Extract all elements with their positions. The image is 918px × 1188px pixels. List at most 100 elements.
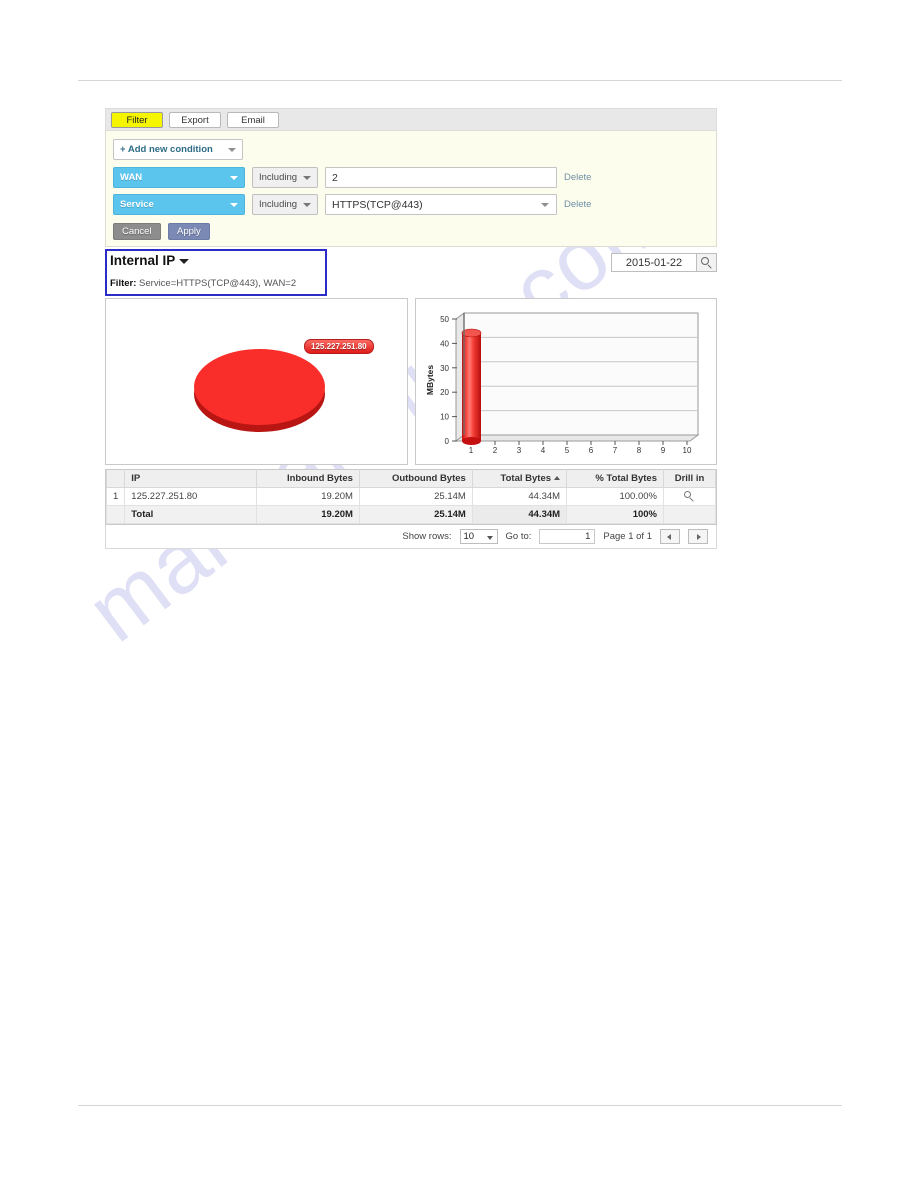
pie-slice-label: 125.227.251.80 [304, 339, 374, 354]
svg-text:10: 10 [683, 446, 692, 455]
svg-text:MBytes: MBytes [425, 365, 435, 396]
page-footer-rule [78, 1105, 842, 1106]
cell-ip: 125.227.251.80 [124, 487, 258, 506]
svg-text:8: 8 [637, 446, 642, 455]
cell-total-inbound-bytes: 19.20M [256, 505, 360, 524]
delete-condition-link-service[interactable]: Delete [564, 199, 591, 210]
condition-operator-label: Including [259, 172, 298, 183]
cell-total-label: Total [124, 505, 258, 524]
table-row[interactable]: 1 125.227.251.80 19.20M 25.14M 44.34M 10… [105, 487, 716, 506]
chevron-down-icon [541, 202, 549, 207]
pie-chart: 125.227.251.80 [105, 298, 408, 465]
show-rows-select[interactable]: 10 [459, 529, 498, 544]
chevron-down-icon [303, 175, 311, 180]
sort-ascending-icon [554, 476, 561, 481]
delete-condition-link-wan[interactable]: Delete [564, 172, 591, 183]
filter-condition-row: Service Including Delete [113, 194, 716, 215]
chevron-down-icon [228, 147, 236, 152]
condition-field-dropdown-service[interactable]: Service [113, 194, 245, 215]
svg-text:0: 0 [445, 437, 450, 446]
cell-inbound-bytes: 19.20M [256, 487, 360, 506]
report-toolbar: Filter Export Email [105, 108, 717, 131]
cell-total-total-bytes: 44.34M [471, 505, 568, 524]
date-picker [611, 253, 717, 272]
add-new-condition-label: + Add new condition [120, 144, 213, 155]
apply-button[interactable]: Apply [168, 223, 210, 240]
export-button[interactable]: Export [169, 112, 221, 128]
svg-text:1: 1 [469, 446, 474, 455]
chevron-down-icon [179, 258, 190, 264]
table-header-row: IP Inbound Bytes Outbound Bytes Total By… [105, 469, 716, 488]
column-header-ip[interactable]: IP [124, 469, 258, 488]
condition-operator-dropdown-service[interactable]: Including [252, 194, 318, 215]
cell-total-index [105, 505, 126, 524]
page-info-label: Page 1 of 1 [603, 531, 652, 542]
column-header-index[interactable] [105, 469, 126, 488]
condition-field-label: WAN [120, 172, 143, 183]
condition-value-input-service[interactable] [326, 196, 531, 215]
date-search-button[interactable] [697, 253, 717, 272]
table-pager: Show rows: 10 Go to: Page 1 of 1 [105, 525, 717, 549]
cell-total-drill-in [663, 505, 716, 524]
bar-chart: 0 10 20 30 40 50 MBytes 1 2 3 4 5 6 7 8 … [415, 298, 717, 465]
previous-page-button[interactable] [660, 529, 680, 544]
cell-total-bytes: 44.34M [471, 487, 568, 506]
goto-label: Go to: [505, 531, 532, 542]
show-rows-label: Show rows: [402, 531, 452, 542]
report-header: Internal IP Filter: Service=HTTPS(TCP@44… [105, 249, 717, 296]
document-page: Filter Export Email + Add new condition … [0, 0, 918, 1188]
pie-slice-125-227-251-80 [194, 349, 325, 425]
svg-text:7: 7 [613, 446, 618, 455]
filter-summary-text: Service=HTTPS(TCP@443), WAN=2 [139, 278, 297, 289]
chevron-down-icon [486, 536, 493, 540]
table-total-row: Total 19.20M 25.14M 44.34M 100% [105, 505, 716, 524]
column-header-total-bytes[interactable]: Total Bytes [471, 469, 568, 488]
filter-condition-row: WAN Including Delete [113, 167, 716, 188]
cell-total-outbound-bytes: 25.14M [358, 505, 473, 524]
svg-text:10: 10 [440, 413, 449, 422]
column-header-outbound-bytes[interactable]: Outbound Bytes [358, 469, 473, 488]
cell-percent-total-bytes: 100.00% [566, 487, 664, 506]
cancel-button[interactable]: Cancel [113, 223, 161, 240]
column-header-total-bytes-label: Total Bytes [500, 473, 552, 484]
charts-container: 125.227.251.80 0 10 20 30 40 50 MBytes 1… [105, 298, 717, 465]
cell-drill-in[interactable] [663, 487, 716, 506]
application-screenshot: Filter Export Email + Add new condition … [105, 108, 717, 549]
report-title-dropdown[interactable]: Internal IP [110, 253, 190, 268]
page-header-rule [78, 80, 842, 81]
filter-summary-prefix: Filter: [110, 278, 137, 289]
svg-text:50: 50 [440, 315, 449, 324]
svg-text:6: 6 [589, 446, 594, 455]
next-page-button[interactable] [688, 529, 708, 544]
add-new-condition-dropdown[interactable]: + Add new condition [113, 139, 243, 160]
results-table: IP Inbound Bytes Outbound Bytes Total By… [105, 469, 717, 525]
email-button[interactable]: Email [227, 112, 279, 128]
column-header-percent-total-bytes[interactable]: % Total Bytes [566, 469, 664, 488]
chevron-down-icon [303, 202, 311, 207]
column-header-inbound-bytes[interactable]: Inbound Bytes [256, 469, 360, 488]
show-rows-value: 10 [463, 531, 475, 542]
svg-text:9: 9 [661, 446, 666, 455]
filter-actions: Cancel Apply [113, 221, 716, 240]
svg-text:20: 20 [440, 388, 449, 397]
cell-outbound-bytes: 25.14M [358, 487, 473, 506]
condition-operator-label: Including [259, 199, 298, 210]
cell-row-index: 1 [105, 487, 126, 506]
chevron-down-icon [230, 175, 238, 180]
magnifier-icon[interactable] [684, 490, 695, 502]
svg-text:4: 4 [541, 446, 546, 455]
chevron-down-icon [230, 202, 238, 207]
filter-panel: + Add new condition WAN Including Delete [105, 131, 717, 247]
filter-summary: Filter: Service=HTTPS(TCP@443), WAN=2 [110, 278, 296, 289]
svg-text:2: 2 [493, 446, 498, 455]
goto-page-input[interactable] [539, 529, 596, 544]
svg-text:40: 40 [440, 339, 449, 348]
date-input[interactable] [611, 253, 697, 272]
filter-button[interactable]: Filter [111, 112, 163, 128]
condition-value-input-wan[interactable] [325, 167, 557, 188]
search-icon [701, 257, 709, 265]
condition-field-dropdown-wan[interactable]: WAN [113, 167, 245, 188]
condition-operator-dropdown-wan[interactable]: Including [252, 167, 318, 188]
condition-value-combobox-service[interactable] [325, 194, 557, 215]
column-header-drill-in: Drill in [663, 469, 716, 488]
